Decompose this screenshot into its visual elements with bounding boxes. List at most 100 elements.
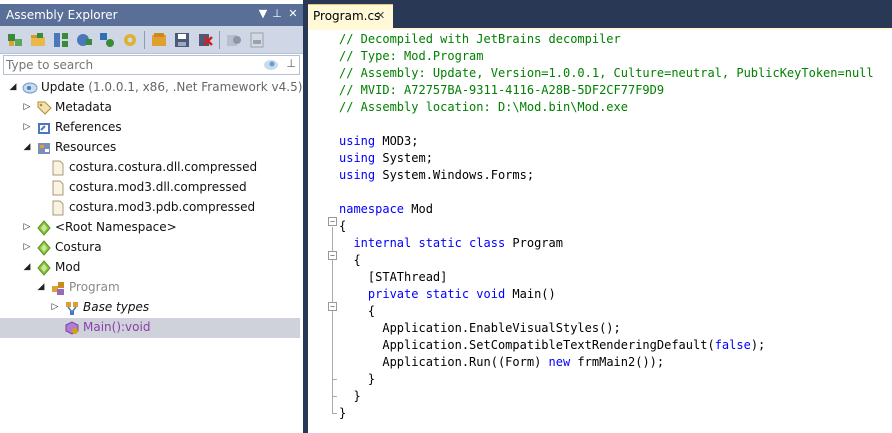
nuget-icon[interactable] — [98, 31, 116, 49]
resources-icon — [36, 140, 52, 156]
method-icon — [64, 320, 80, 336]
expand-arrow-icon[interactable]: ▷ — [22, 122, 32, 133]
code-area[interactable]: // Decompiled with JetBrains decompiler /… — [308, 30, 892, 433]
code-line: } — [339, 372, 376, 386]
app-window: Assembly Explorer ▼ ⊥ ✕ ⊥ ◢Update — [0, 0, 892, 433]
code-line: // Assembly location: D:\Mod.bin\Mod.exe — [339, 100, 628, 114]
tree-item-label: References — [55, 120, 122, 134]
collapse-arrow-icon[interactable]: ◢ — [22, 262, 32, 273]
tree-item-label: Update (1.0.0.1, x86, .Net Framework v4.… — [41, 80, 303, 94]
code-line: } — [339, 389, 361, 403]
expand-arrow-icon[interactable]: ▷ — [50, 302, 60, 313]
tree-item-rootns[interactable]: ▷ <Root Namespace> — [0, 218, 300, 238]
tree-item-metadata[interactable]: ▷ Metadata — [0, 98, 300, 118]
editor-tab-bar: Program.cs ✕ — [308, 0, 892, 28]
collapse-arrow-icon[interactable]: ◢ — [8, 82, 18, 93]
code-line: // Type: Mod.Program — [339, 49, 484, 63]
tab-label: Program.cs — [313, 9, 381, 23]
assembly-explorer-panel: Assembly Explorer ▼ ⊥ ✕ ⊥ ◢Update — [0, 0, 303, 433]
decompile-icon[interactable] — [225, 31, 243, 49]
collapse-arrow-icon[interactable]: ◢ — [36, 282, 46, 293]
tree-item-basetypes[interactable]: ▷ Base types — [0, 298, 300, 318]
tree-item-res3[interactable]: costura.mod3.pdb.compressed — [0, 198, 300, 218]
tree-item-label: Mod — [55, 260, 81, 274]
code-line: Application.SetCompatibleTextRenderingDe… — [339, 338, 766, 352]
tree-item-label: costura.costura.dll.compressed — [69, 160, 258, 174]
assembly-list-icon[interactable] — [52, 31, 70, 49]
metadata-tag-icon — [36, 100, 52, 116]
search-pin-icon[interactable]: ⊥ — [286, 57, 296, 70]
expand-arrow-icon[interactable]: ▷ — [22, 242, 32, 253]
tree-item-res2[interactable]: costura.mod3.dll.compressed — [0, 178, 300, 198]
tree-item-label: <Root Namespace> — [55, 220, 177, 234]
code-line: internal static class Program — [353, 236, 563, 250]
assembly-icon — [22, 80, 38, 96]
code-line: [STAThread] — [339, 270, 448, 284]
panel-pin-icon[interactable]: ⊥ — [270, 7, 284, 23]
tree-item-main[interactable]: Main():void — [0, 318, 300, 338]
open-folder-icon[interactable] — [29, 31, 47, 49]
code-line: { — [339, 219, 347, 233]
code-line: using MOD3; — [339, 134, 419, 148]
tab-close-icon[interactable]: ✕ — [376, 9, 385, 22]
panel-title: Assembly Explorer — [6, 8, 118, 22]
tree-item-label: costura.mod3.pdb.compressed — [69, 200, 256, 214]
tree-item-mod[interactable]: ◢ Mod — [0, 258, 300, 278]
settings-icon[interactable] — [121, 31, 139, 49]
code-line: using System; — [339, 151, 433, 165]
collapse-arrow-icon[interactable]: ◢ — [22, 142, 32, 153]
remove-icon[interactable] — [196, 31, 214, 49]
open-assembly-icon[interactable] — [6, 31, 24, 49]
code-line: private static void Main() — [367, 287, 556, 301]
tab-program-cs[interactable]: Program.cs ✕ — [308, 4, 393, 28]
tree-item-resources[interactable]: ◢ Resources — [0, 138, 300, 158]
file-icon — [50, 160, 66, 176]
tree-item-update[interactable]: ◢ Update (1.0.0.1, x86, .Net Framework v4… — [0, 78, 303, 98]
namespace-icon — [36, 220, 52, 236]
code-editor: Program.cs ✕ − − − // Decompiled with Je… — [308, 0, 892, 433]
code-line: } — [339, 406, 347, 420]
tree-item-costura[interactable]: ▷ Costura — [0, 238, 300, 258]
file-icon — [50, 200, 66, 216]
save-icon[interactable] — [150, 31, 168, 49]
code-line: namespace Mod — [339, 202, 433, 216]
toolbar-separator — [219, 31, 220, 49]
namespace-icon — [36, 260, 52, 276]
code-line: // MVID: A72757BA-9311-4116-A28B-5DF2CF7… — [339, 83, 665, 97]
code-line: Application.EnableVisualStyles(); — [339, 321, 621, 335]
explorer-toolbar — [0, 26, 303, 54]
tree-item-label: costura.mod3.dll.compressed — [69, 180, 247, 194]
assembly-version-detail: (1.0.0.1, x86, .Net Framework v4.5) — [84, 80, 303, 94]
namespace-icon — [36, 240, 52, 256]
toolbar-separator — [144, 31, 145, 49]
panel-close-icon[interactable]: ✕ — [286, 7, 300, 23]
code-line: using System.Windows.Forms; — [339, 168, 535, 182]
search-icon[interactable] — [263, 57, 279, 73]
refresh-icon[interactable] — [75, 31, 93, 49]
expand-arrow-icon[interactable]: ▷ — [22, 102, 32, 113]
tree-item-label: Resources — [55, 140, 117, 154]
code-line: Application.Run((Form) new frmMain2()); — [339, 355, 665, 369]
expand-arrow-icon[interactable]: ▷ — [22, 222, 32, 233]
tree-item-res1[interactable]: costura.costura.dll.compressed — [0, 158, 300, 178]
tree-item-label: Base types — [83, 300, 150, 314]
tree-item-label: Metadata — [55, 100, 112, 114]
pdb-icon[interactable] — [248, 31, 266, 49]
tree-item-references[interactable]: ▷ References — [0, 118, 300, 138]
tree-item-program[interactable]: ◢ Program — [0, 278, 300, 298]
base-types-icon — [64, 300, 80, 316]
tree-item-label: Costura — [55, 240, 102, 254]
class-icon — [50, 280, 66, 296]
code-line: { — [339, 253, 361, 267]
panel-title-bar: Assembly Explorer ▼ ⊥ ✕ — [0, 4, 303, 26]
search-input[interactable] — [6, 57, 256, 73]
references-icon — [36, 120, 52, 136]
panel-dropdown-icon[interactable]: ▼ — [256, 7, 270, 23]
tree-item-label: Program — [69, 280, 120, 294]
code-line: // Assembly: Update, Version=1.0.0.1, Cu… — [339, 66, 874, 80]
tree-item-label: Main():void — [83, 320, 151, 334]
code-line: { — [339, 304, 376, 318]
code-line: // Decompiled with JetBrains decompiler — [339, 32, 621, 46]
export-icon[interactable] — [173, 31, 191, 49]
search-box: ⊥ — [3, 55, 300, 75]
